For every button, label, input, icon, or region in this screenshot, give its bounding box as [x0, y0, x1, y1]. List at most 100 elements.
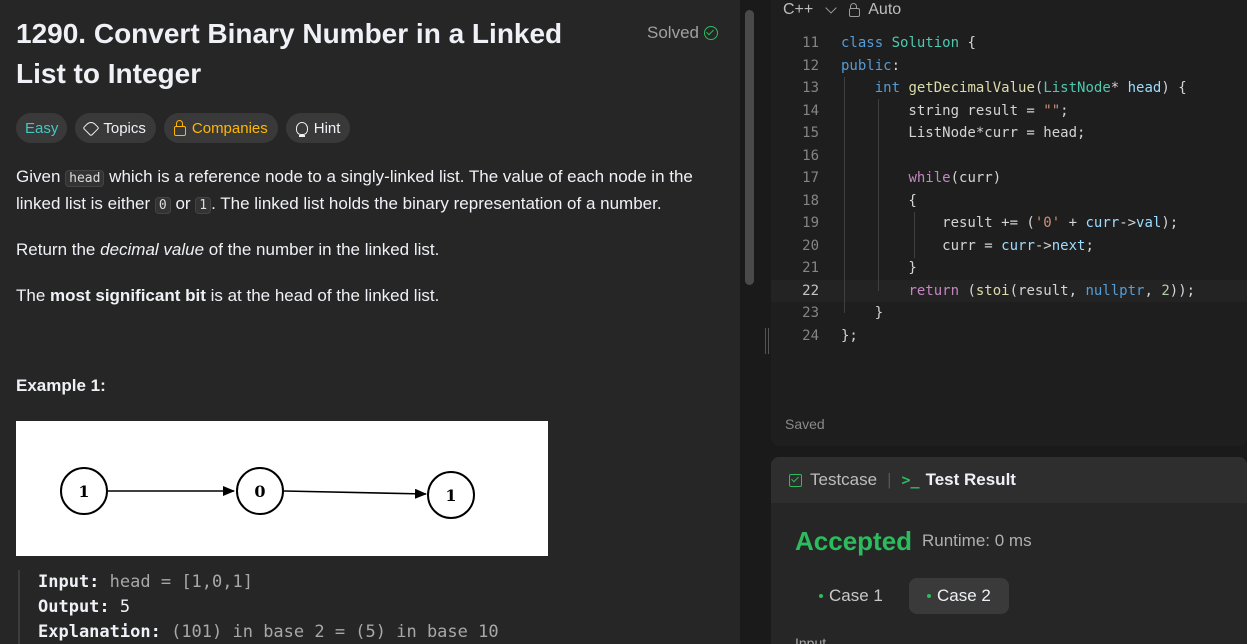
- explanation-label: Explanation:: [38, 622, 161, 642]
- line-number: 15: [802, 125, 819, 142]
- line-number: 11: [802, 35, 819, 52]
- description-paragraph-2: Return the decimal value of the number i…: [16, 237, 721, 262]
- companies-label: Companies: [191, 119, 268, 137]
- description-scrollbar[interactable]: [745, 10, 754, 285]
- code-line: 24};: [771, 325, 1247, 348]
- text: Return the: [16, 240, 101, 259]
- problem-title[interactable]: 1290. Convert Binary Number in a Linked …: [16, 14, 616, 94]
- code-text: }: [841, 305, 884, 322]
- line-number: 24: [802, 327, 819, 344]
- tab-separator: |: [887, 470, 892, 489]
- output-value: 5: [119, 597, 131, 617]
- companies-button[interactable]: Companies: [163, 113, 278, 143]
- code-line: 13 int getDecimalValue(ListNode* head) {: [771, 77, 1247, 100]
- line-number: 19: [802, 215, 819, 232]
- solved-label: Solved: [647, 23, 699, 42]
- line-number: 17: [802, 170, 819, 187]
- code-text: string result = "";: [841, 102, 1069, 119]
- language-label: C++: [783, 1, 814, 18]
- difficulty-label: Easy: [25, 119, 59, 137]
- example-explanation-line: Explanation: (101) in base 2 = (5) in ba…: [38, 620, 499, 644]
- code-line: 21 }: [771, 257, 1247, 280]
- resize-grip[interactable]: [765, 328, 769, 354]
- description-panel: 1290. Convert Binary Number in a Linked …: [0, 0, 740, 644]
- line-number: 22: [802, 282, 819, 299]
- line-number: 14: [802, 102, 819, 119]
- code-text: result += ('0' + curr->val);: [841, 215, 1179, 232]
- case-2-label: Case 2: [937, 586, 991, 605]
- code-lines[interactable]: 11 class Solution { 12 public: 13 int getD…: [771, 32, 1247, 347]
- example-io-block: Input: head = [1,0,1] Output: 5 Explanat…: [18, 570, 499, 644]
- node-value-1: 1: [78, 482, 89, 501]
- code-text: while(curr): [908, 170, 1002, 187]
- emphasis-text: decimal value: [100, 240, 205, 259]
- node-value-3: 1: [445, 486, 456, 505]
- test-result-panel: Testcase | >_ Test Result Accepted Runti…: [771, 457, 1247, 644]
- code-editor[interactable]: C++ Auto 11 class Solution { 12 public: 13…: [771, 0, 1247, 446]
- arrow-2: [283, 488, 427, 499]
- topics-button[interactable]: Topics: [75, 113, 156, 143]
- case-2-button[interactable]: Case 2: [909, 578, 1009, 614]
- code-line: 15 ListNode*curr = head;: [771, 122, 1247, 145]
- code-line-current: 22 return (stoi(result, nullptr, 2));: [771, 279, 1247, 302]
- tab-test-result-label: Test Result: [925, 470, 1016, 489]
- topics-label: Topics: [103, 119, 146, 137]
- tab-test-result[interactable]: >_ Test Result: [902, 470, 1016, 490]
- line-number: 16: [802, 147, 819, 164]
- text: or: [170, 194, 196, 213]
- code-line: 14 string result = "";: [771, 100, 1247, 123]
- auto-mode-label[interactable]: Auto: [868, 1, 901, 19]
- example-input-line: Input: head = [1,0,1]: [38, 570, 499, 595]
- result-tabs: Testcase | >_ Test Result: [771, 457, 1247, 503]
- code-line: 18 {: [771, 190, 1247, 213]
- code-line: 23 }: [771, 302, 1247, 325]
- case-1-button[interactable]: Case 1: [801, 578, 901, 614]
- strong-text: most significant bit: [50, 286, 206, 305]
- text: of the number in the linked list.: [204, 240, 440, 259]
- description-paragraph-1: Given head which is a reference node to …: [16, 164, 721, 218]
- difficulty-badge[interactable]: Easy: [16, 113, 68, 143]
- editor-toolbar: C++ Auto: [783, 0, 901, 20]
- code-line: 12 public:: [771, 55, 1247, 78]
- lock-icon: [849, 2, 861, 17]
- line-number: 20: [802, 237, 819, 254]
- input-value: head = [1,0,1]: [109, 572, 253, 592]
- indent-guide: [914, 212, 915, 258]
- code-line: 20 curr = curr->next;: [771, 235, 1247, 258]
- input-label: Input: [795, 635, 827, 644]
- inline-code: 1: [195, 197, 212, 214]
- language-select[interactable]: C++: [783, 1, 813, 19]
- hint-button[interactable]: Hint: [285, 113, 351, 143]
- tag-icon: [82, 119, 100, 137]
- input-label: Input:: [38, 572, 100, 592]
- code-line: 19 result += ('0' + curr->val);: [771, 212, 1247, 235]
- chevron-down-icon[interactable]: [825, 2, 837, 14]
- pass-dot-icon: [819, 594, 823, 598]
- tag-row: Easy Topics Companies Hint: [16, 113, 351, 143]
- linked-list-svg: 1 0 1: [60, 467, 475, 519]
- terminal-icon: >_: [901, 471, 920, 489]
- line-number: 13: [802, 80, 819, 97]
- example-title: Example 1:: [16, 376, 106, 395]
- explanation-value: (101) in base 2 = (5) in base 10: [171, 622, 499, 642]
- linked-list-diagram: 1 0 1: [16, 421, 548, 556]
- checkbox-icon: [789, 473, 802, 487]
- code-text: };: [841, 327, 858, 344]
- lightbulb-icon: [295, 121, 308, 137]
- code-text: public:: [841, 57, 901, 74]
- verdict-accepted: Accepted: [795, 526, 913, 556]
- code-text: int getDecimalValue(ListNode* head) {: [874, 80, 1187, 97]
- tab-testcase[interactable]: Testcase: [789, 470, 877, 490]
- code-line: 17 while(curr): [771, 167, 1247, 190]
- code-line: 11 class Solution {: [771, 32, 1247, 55]
- pass-dot-icon: [927, 594, 931, 598]
- text: The: [16, 286, 51, 305]
- solved-status: Solved: [647, 23, 718, 43]
- code-text: class Solution {: [841, 35, 976, 52]
- inline-code: head: [65, 170, 105, 187]
- line-number: 21: [802, 260, 819, 277]
- line-number: 12: [802, 57, 819, 74]
- saved-status: Saved: [785, 416, 825, 432]
- tab-testcase-label: Testcase: [810, 470, 878, 489]
- text: . The linked list holds the binary repre…: [211, 194, 662, 213]
